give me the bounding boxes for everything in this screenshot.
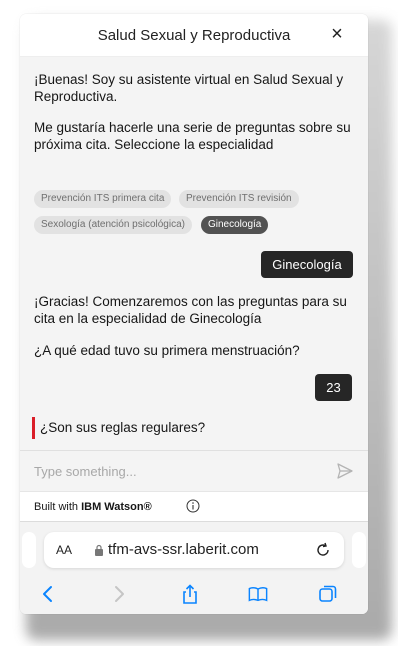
current-question: ¿Son sus reglas regulares?	[32, 417, 205, 439]
bot-message-prompt: Me gustaría hacerle una serie de pregunt…	[34, 120, 351, 152]
option-chip-its-primera[interactable]: Prevención ITS primera cita	[34, 190, 172, 208]
bot-message-greeting: ¡Buenas! Soy su asistente virtual en Sal…	[34, 72, 344, 104]
user-message-bubble: Ginecología	[261, 251, 353, 278]
tabs-icon[interactable]	[318, 584, 338, 604]
chat-window: Salud Sexual y Reproductiva × ¡Buenas! S…	[20, 14, 368, 614]
watson-footer: Built with IBM Watson®	[20, 491, 368, 522]
close-icon: ×	[331, 23, 343, 45]
back-icon[interactable]	[38, 584, 58, 604]
chat-header: Salud Sexual y Reproductiva ×	[20, 14, 368, 57]
close-button[interactable]: ×	[326, 23, 348, 45]
share-icon[interactable]	[180, 584, 200, 604]
message-input-area	[20, 450, 368, 491]
bookmarks-icon[interactable]	[248, 584, 268, 604]
info-icon[interactable]	[186, 499, 200, 513]
text-size-button[interactable]: AA	[56, 543, 72, 557]
bot-message-thanks: ¡Gracias! Comenzaremos con las preguntas…	[34, 294, 347, 326]
url-text: tfm-avs-ssr.laberit.com	[108, 541, 259, 558]
reload-icon[interactable]	[314, 541, 332, 559]
bot-message-question: ¿A qué edad tuvo su primera menstruación…	[34, 343, 300, 358]
browser-chrome: AA tfm-avs-ssr.laberit.com	[20, 521, 368, 614]
prev-tab-edge[interactable]	[22, 532, 36, 568]
send-icon[interactable]	[336, 462, 354, 480]
next-tab-edge[interactable]	[352, 532, 366, 568]
message-input[interactable]	[34, 462, 314, 480]
option-chip-its-revision[interactable]: Prevención ITS revisión	[179, 190, 299, 208]
forward-icon[interactable]	[109, 584, 129, 604]
lock-icon	[95, 544, 103, 556]
option-chip-ginecologia[interactable]: Ginecología	[201, 216, 269, 234]
user-message-bubble-age: 23	[315, 374, 352, 401]
built-with-label: Built with IBM Watson®	[34, 501, 152, 513]
option-chip-sexologia[interactable]: Sexología (atención psicológica)	[34, 216, 192, 234]
message-list[interactable]: ¡Buenas! Soy su asistente virtual en Sal…	[20, 57, 368, 450]
chat-title: Salud Sexual y Reproductiva	[97, 27, 291, 44]
address-bar[interactable]: AA tfm-avs-ssr.laberit.com	[44, 532, 344, 568]
